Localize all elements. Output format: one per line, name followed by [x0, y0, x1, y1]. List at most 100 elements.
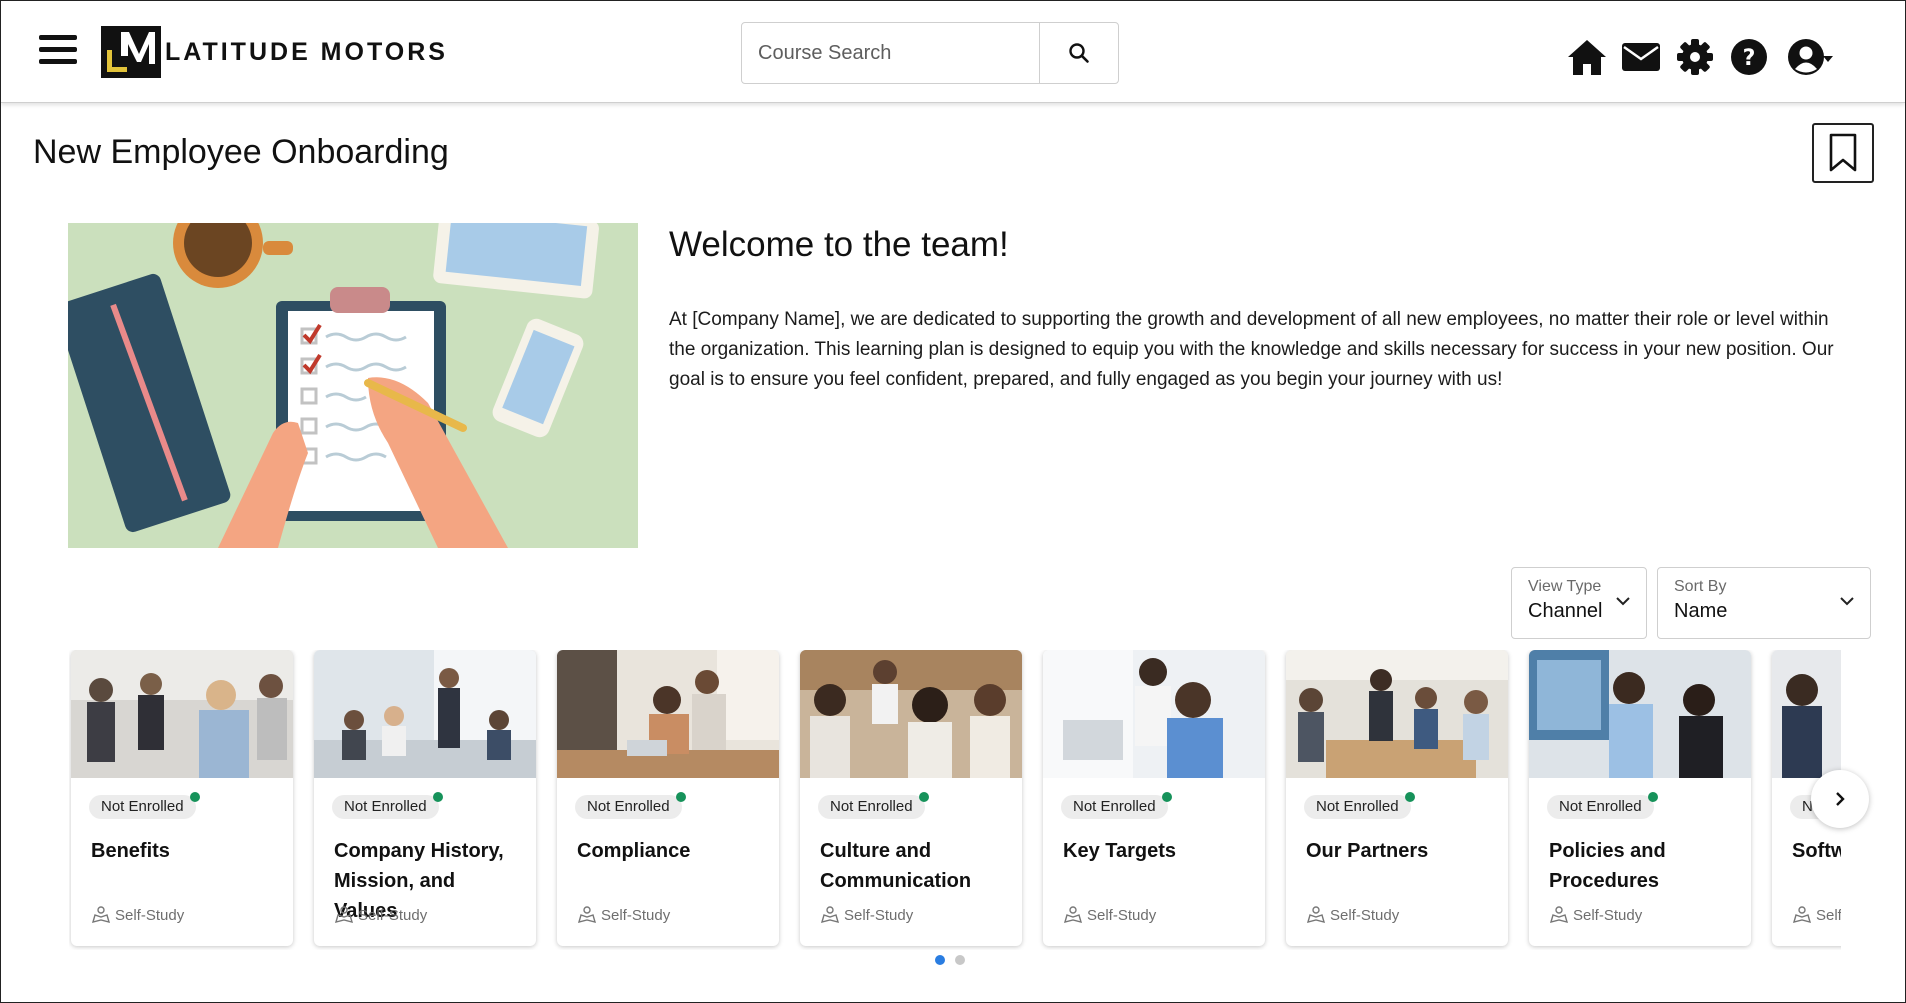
settings-icon	[1677, 39, 1713, 75]
course-thumbnail	[71, 650, 293, 778]
status-badge: Not Enrolled	[1304, 792, 1415, 819]
course-type-label: Self-Study	[1087, 906, 1157, 924]
help-button[interactable]: ?	[1726, 35, 1772, 79]
view-type-select[interactable]: View Type Channel	[1511, 567, 1647, 639]
course-type: Self-Study	[820, 906, 913, 924]
company-logo[interactable]: LATITUDE MOTORS	[101, 26, 448, 78]
search-input[interactable]	[742, 23, 1039, 83]
carousel-next-button[interactable]	[1811, 770, 1869, 828]
status-dot	[1404, 792, 1415, 802]
user-icon	[1788, 39, 1824, 75]
status-text: Not Enrolled	[830, 798, 913, 815]
status-text: Not Enrolled	[1559, 798, 1642, 815]
page-title: New Employee Onboarding	[33, 133, 449, 171]
course-type-label: Self-Study	[115, 906, 185, 924]
pagination-dot-1[interactable]	[935, 955, 945, 965]
course-type: Self-Study	[1063, 906, 1156, 924]
hero-illustration	[68, 223, 638, 548]
course-thumbnail	[1043, 650, 1265, 778]
status-text: Not Enrolled	[1073, 798, 1156, 815]
chevron-down-icon	[1840, 597, 1854, 606]
course-title: Our Partners	[1306, 840, 1429, 862]
bookmark-icon	[1829, 133, 1857, 172]
course-thumbnail	[557, 650, 779, 778]
course-type: Self-Study	[577, 906, 670, 924]
status-badge: Not Enrolled	[575, 792, 686, 819]
welcome-heading: Welcome to the team!	[669, 225, 1009, 264]
self-study-icon	[1549, 906, 1569, 923]
self-study-icon	[1063, 906, 1083, 923]
search-icon	[1069, 43, 1089, 63]
status-dot	[1647, 792, 1658, 802]
course-card[interactable]: Not Enrolled Culture and Communication S…	[800, 650, 1022, 946]
pagination-dot-2[interactable]	[955, 955, 965, 965]
svg-text:?: ?	[1743, 46, 1756, 71]
page-frame: LATITUDE MOTORS Course Search ? New Empl…	[0, 0, 1906, 1003]
logo-text: LATITUDE MOTORS	[165, 37, 448, 66]
status-badge: Not Enrolled	[89, 792, 200, 819]
status-text: Not Enrolled	[1316, 798, 1399, 815]
user-menu-button[interactable]	[1780, 35, 1840, 79]
self-study-icon	[334, 906, 354, 923]
logo-mark-icon	[101, 26, 161, 78]
course-type: Self-Study	[1549, 906, 1642, 924]
course-type-label: Self-Study	[844, 906, 914, 924]
status-dot	[918, 792, 929, 802]
home-button[interactable]	[1564, 35, 1610, 79]
header-actions: ?	[1564, 35, 1848, 79]
sort-by-value: Name	[1674, 600, 1728, 622]
home-icon	[1568, 40, 1606, 75]
menu-icon[interactable]	[39, 35, 77, 67]
sort-by-label: Sort By	[1674, 578, 1727, 595]
course-title: Key Targets	[1063, 840, 1177, 862]
course-thumbnail	[314, 650, 536, 778]
course-thumbnail	[1529, 650, 1751, 778]
sort-by-select[interactable]: Sort By Name	[1657, 567, 1871, 639]
status-badge: Not Enrolled	[1547, 792, 1658, 819]
chevron-down-icon	[1616, 597, 1630, 606]
course-card[interactable]: Not Enrolled Our Partners Self-Study	[1286, 650, 1508, 946]
course-title: Benefits	[91, 840, 170, 862]
help-icon: ?	[1731, 39, 1767, 75]
course-card[interactable]: Not Enrolled Compliance Self-Study	[557, 650, 779, 946]
course-thumbnail	[1286, 650, 1508, 778]
top-header: LATITUDE MOTORS Course Search ?	[1, 1, 1905, 103]
course-thumbnail	[800, 650, 1022, 778]
course-title: Compliance	[577, 840, 691, 862]
status-text: Not Enrolled	[587, 798, 670, 815]
status-dot	[675, 792, 686, 802]
course-title: Software Systems	[1792, 840, 1841, 862]
chevron-down-icon	[1823, 56, 1833, 62]
course-type-label: Self-Study	[1816, 906, 1841, 924]
self-study-icon	[1306, 906, 1326, 923]
self-study-icon	[820, 906, 840, 923]
course-type: Self-Study	[334, 906, 427, 924]
self-study-icon	[91, 906, 111, 923]
course-type: Self-Study	[91, 906, 184, 924]
course-carousel: Not Enrolled Benefits Self-Study Not Enr…	[69, 650, 1841, 950]
course-card[interactable]: Not Enrolled Key Targets Self-Study	[1043, 650, 1265, 946]
mail-button[interactable]	[1618, 35, 1664, 79]
course-title: Policies and Procedures	[1549, 840, 1666, 892]
status-text: Not Enrolled	[344, 798, 427, 815]
search-button[interactable]	[1039, 23, 1118, 83]
view-type-label: View Type	[1528, 578, 1602, 595]
view-type-value: Channel	[1528, 600, 1603, 622]
status-text: Not Enrolled	[101, 798, 184, 815]
carousel-pagination	[935, 955, 975, 965]
course-search	[741, 22, 1119, 84]
self-study-icon	[577, 906, 597, 923]
course-type-label: Self-Study	[358, 906, 428, 924]
course-type: Self-Study	[1792, 906, 1841, 924]
course-type-label: Self-Study	[1573, 906, 1643, 924]
status-dot	[432, 792, 443, 802]
course-thumbnail	[1772, 650, 1841, 778]
course-type-label: Self-Study	[1330, 906, 1400, 924]
bookmark-button[interactable]	[1812, 123, 1874, 183]
course-card[interactable]: Not Enrolled Policies and Procedures Sel…	[1529, 650, 1751, 946]
settings-button[interactable]	[1672, 35, 1718, 79]
status-badge: Not Enrolled	[818, 792, 929, 819]
course-card[interactable]: Not Enrolled Benefits Self-Study	[71, 650, 293, 946]
course-card[interactable]: Not Enrolled Company History, Mission, a…	[314, 650, 536, 946]
status-dot	[1161, 792, 1172, 802]
